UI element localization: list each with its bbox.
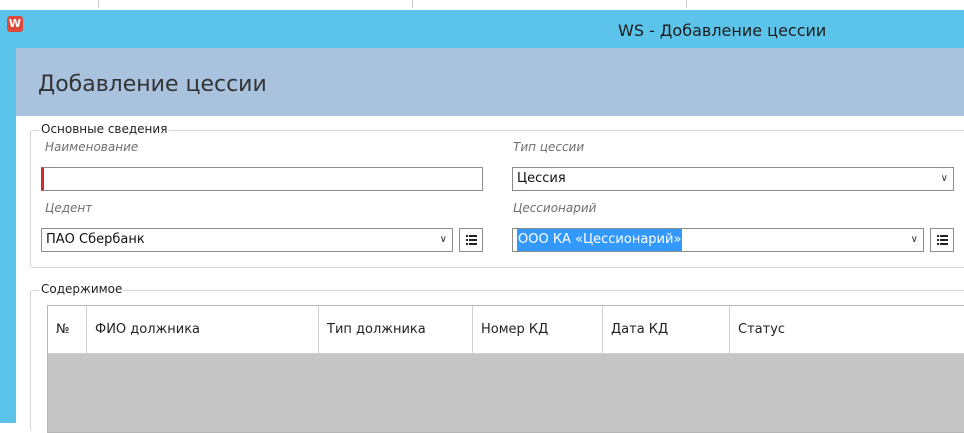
chevron-down-icon[interactable]: ∨ [911, 229, 918, 251]
content-group: Содержимое № ФИО должника Тип должника Н… [30, 282, 964, 433]
chevron-down-icon[interactable]: ∨ [941, 168, 948, 190]
main-info-group: Основные сведения Наименование Тип цесси… [30, 122, 964, 268]
column-header-contract-number[interactable]: Номер КД [473, 306, 603, 353]
column-header-number[interactable]: № [48, 306, 87, 353]
name-field[interactable] [41, 167, 483, 191]
page-header: Добавление цессии [16, 48, 964, 116]
cession-type-label: Тип цессии [513, 140, 585, 154]
content-legend: Содержимое [39, 282, 125, 296]
separator [98, 0, 99, 8]
main-info-legend: Основные сведения [39, 122, 170, 136]
column-header-contract-date[interactable]: Дата КД [603, 306, 730, 353]
name-label: Наименование [45, 140, 139, 154]
chevron-down-icon[interactable]: ∨ [440, 229, 447, 251]
page-title: Добавление цессии [38, 72, 267, 97]
column-header-status[interactable]: Статус [730, 306, 964, 353]
cessionary-value: ООО КА «Цессионарий» [517, 229, 683, 251]
cessionary-label: Цессионарий [513, 201, 597, 215]
list-icon [937, 235, 948, 245]
window-titlebar[interactable]: W WS - Добавление цессии [0, 10, 964, 48]
table-header: № ФИО должника Тип должника Номер КД Дат… [48, 306, 964, 354]
cession-type-select[interactable]: Цессия ∨ [512, 167, 954, 191]
cessionary-list-button[interactable] [930, 228, 954, 252]
top-strip [0, 0, 964, 10]
window-frame-left [0, 48, 16, 423]
cedent-label: Цедент [45, 201, 93, 215]
cessionary-select[interactable]: ООО КА «Цессионарий» ∨ [512, 228, 924, 252]
separator [686, 0, 687, 8]
cedent-list-button[interactable] [459, 228, 483, 252]
cedent-select[interactable]: ПАО Сбербанк ∨ [41, 228, 453, 252]
dialog-body: Добавление цессии Основные сведения Наим… [16, 48, 964, 433]
column-header-debtor-type[interactable]: Тип должника [319, 306, 473, 353]
list-icon [466, 235, 477, 245]
cedent-value: ПАО Сбербанк [46, 232, 145, 247]
cession-type-value: Цессия [517, 171, 566, 186]
window-title: WS - Добавление цессии [618, 21, 827, 40]
debtors-table[interactable]: № ФИО должника Тип должника Номер КД Дат… [47, 305, 964, 433]
app-icon[interactable]: W [7, 16, 23, 32]
separator [412, 0, 413, 8]
column-header-debtor-name[interactable]: ФИО должника [87, 306, 319, 353]
